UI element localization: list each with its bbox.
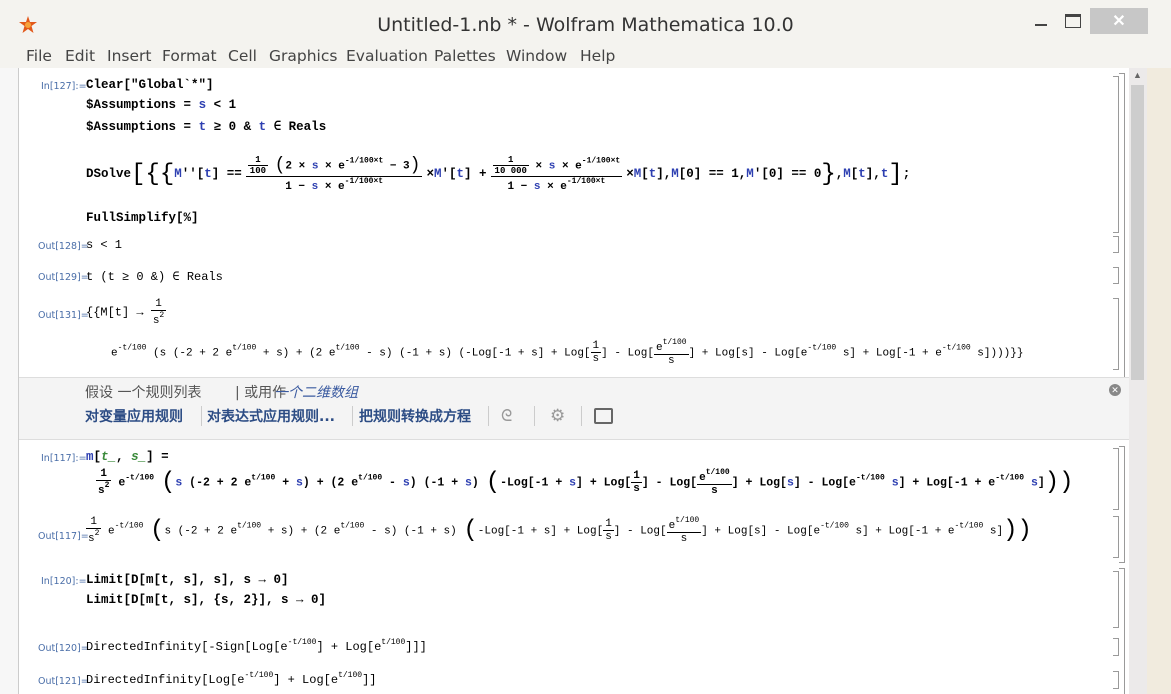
menu-format[interactable]: Format xyxy=(162,47,217,65)
output-128: s < 1 xyxy=(86,238,123,252)
group-bracket[interactable] xyxy=(1119,73,1125,380)
input-line-clear[interactable]: Clear["Global`*"] xyxy=(86,78,214,92)
output-head: DirectedInfinity xyxy=(86,673,202,687)
code-token: $Assumptions xyxy=(86,120,177,134)
output-131-line2: e-t/100 (s (-2 + 2 et/100 + s) + (2 et/1… xyxy=(111,338,1024,367)
code-token: $Assumptions xyxy=(86,98,177,112)
convert-rules-to-equations-button[interactable]: 把规则转换成方程 xyxy=(359,406,471,426)
separator xyxy=(201,406,202,426)
cell-label-in117: In[117]:= xyxy=(41,453,87,464)
menu-edit[interactable]: Edit xyxy=(65,47,95,65)
cell-label-out120: Out[120]= xyxy=(38,643,89,654)
code-token: = xyxy=(183,98,192,112)
minimize-button[interactable] xyxy=(1030,8,1052,34)
cell-label-out117: Out[117]= xyxy=(38,531,89,542)
close-suggestions-icon[interactable]: ✕ xyxy=(1109,384,1121,396)
suggestion-hint-2[interactable]: 一个二维数组 xyxy=(274,382,358,402)
menu-file[interactable]: File xyxy=(26,47,52,65)
cell-label-in127: In[127]:= xyxy=(41,81,87,92)
code-token: t xyxy=(198,120,207,134)
window-edge xyxy=(1147,68,1171,694)
cell-label-in120: In[120]:= xyxy=(41,576,87,587)
minimize-icon xyxy=(1035,24,1047,26)
swirl-icon[interactable]: ᘓ xyxy=(501,408,512,426)
code-token: s xyxy=(198,98,207,112)
mathematica-window: Untitled-1.nb * - Wolfram Mathematica 10… xyxy=(0,0,1171,694)
output-head: DirectedInfinity xyxy=(86,640,202,654)
input-line-limit-1[interactable]: Limit[D[m[t, s], s], s → 0] xyxy=(86,573,289,587)
input-line-dsolve[interactable]: DSolve[{{M ''[t] == 1 100 (2 × s × e-1/100… xyxy=(86,144,910,204)
suggestions-bar: 假设 一个规则列表 | 或用作 一个二维数组 对变量应用规则 对表达式应用规则.… xyxy=(19,377,1130,440)
menu-cell[interactable]: Cell xyxy=(228,47,257,65)
group-bracket[interactable] xyxy=(1119,568,1125,694)
cell-label-out121: Out[121]= xyxy=(38,676,89,687)
code-token: ∈ Reals xyxy=(273,120,327,134)
output-117: 1 s2 e-t/100 (s (-2 + 2 et/100 + s) + (2 … xyxy=(86,516,1032,545)
menu-graphics[interactable]: Graphics xyxy=(269,47,337,65)
gear-icon[interactable]: ⚙ xyxy=(550,406,565,426)
notebook-document[interactable]: In[127]:= Clear["Global`*"] $Assumptions… xyxy=(18,68,1130,694)
menu-insert[interactable]: Insert xyxy=(107,47,151,65)
input-line-assumptions-1[interactable]: $Assumptions = s < 1 xyxy=(86,98,236,112)
menu-bar: File Edit Insert Format Cell Graphics Ev… xyxy=(0,44,1171,68)
feedback-icon[interactable] xyxy=(594,408,613,424)
cell-bracket[interactable] xyxy=(1113,236,1119,253)
input-line-m-expression[interactable]: 1 s2 e-t/100 (s (-2 + 2 et/100 + s) + (2 … xyxy=(96,468,1074,497)
output-131-line1: {{M[t] → 1 s2 xyxy=(86,298,167,327)
output-129: t (t ≥ 0 &) ∈ Reals xyxy=(86,270,223,284)
separator xyxy=(488,406,489,426)
close-icon: ✕ xyxy=(1112,13,1126,30)
apply-rules-to-expression-button[interactable]: 对表达式应用规则... xyxy=(207,406,335,426)
apply-rules-to-variables-button[interactable]: 对变量应用规则 xyxy=(85,406,183,426)
scrollbar-thumb[interactable] xyxy=(1131,85,1144,380)
code-token: DSolve xyxy=(86,167,132,181)
fraction: 1 100 (2 × s × e-1/100×t − 3) 1 − s × e-1… xyxy=(245,155,423,193)
window-title: Untitled-1.nb * - Wolfram Mathematica 10… xyxy=(377,14,794,36)
cell-bracket[interactable] xyxy=(1113,298,1119,370)
menu-help[interactable]: Help xyxy=(580,47,615,65)
separator xyxy=(352,406,353,426)
cell-label-out131: Out[131]= xyxy=(38,310,89,321)
fraction: 1 10 000 × s × e-1/100×t 1 − s × e-1/100×… xyxy=(490,155,623,193)
title-bar: Untitled-1.nb * - Wolfram Mathematica 10… xyxy=(0,0,1171,44)
code-token: < 1 xyxy=(213,98,237,112)
maximize-icon xyxy=(1065,14,1081,28)
code-token: ≥ 0 & xyxy=(213,120,252,134)
group-bracket[interactable] xyxy=(1119,446,1125,563)
menu-palettes[interactable]: Palettes xyxy=(434,47,496,65)
cell-bracket[interactable] xyxy=(1113,267,1119,284)
output-120: DirectedInfinity[-Sign[Log[e-t/100] + Lo… xyxy=(86,638,427,654)
cell-label-out128: Out[128]= xyxy=(38,241,89,252)
close-button[interactable]: ✕ xyxy=(1090,8,1148,34)
suggestion-hint-1[interactable]: 假设 一个规则列表 xyxy=(85,382,201,402)
menu-evaluation[interactable]: Evaluation xyxy=(346,47,428,65)
code-token: t xyxy=(258,120,267,134)
input-line-m-definition[interactable]: m[t_, s_] = xyxy=(86,450,169,464)
input-line-assumptions-2[interactable]: $Assumptions = t ≥ 0 & t ∈ Reals xyxy=(86,118,326,134)
input-line-fullsimplify[interactable]: FullSimplify[%] xyxy=(86,211,199,225)
code-token: = xyxy=(183,120,192,134)
menu-window[interactable]: Window xyxy=(506,47,567,65)
cell-label-out129: Out[129]= xyxy=(38,272,89,283)
scroll-up-icon[interactable]: ▲ xyxy=(1133,70,1142,80)
separator xyxy=(534,406,535,426)
separator xyxy=(581,406,582,426)
output-121: DirectedInfinity[Log[e-t/100] + Log[et/1… xyxy=(86,671,377,687)
maximize-button[interactable] xyxy=(1060,8,1086,34)
input-line-limit-2[interactable]: Limit[D[m[t, s], {s, 2}], s → 0] xyxy=(86,593,326,607)
